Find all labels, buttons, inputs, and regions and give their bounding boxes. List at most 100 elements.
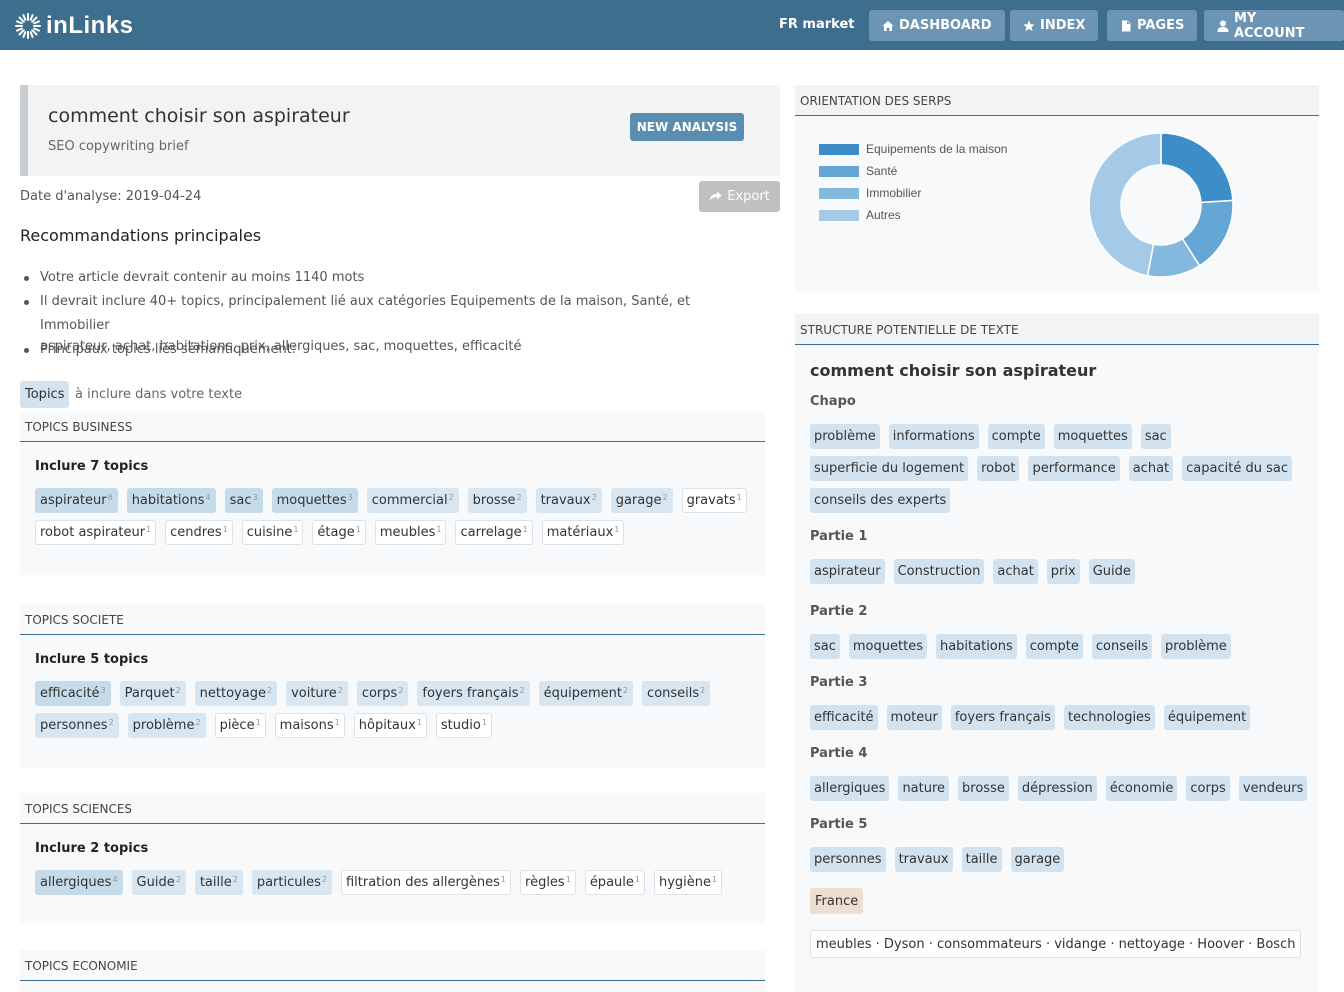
topic-tag[interactable]: robot aspirateur 1 (35, 520, 157, 545)
structure-tag[interactable]: robot (977, 456, 1020, 481)
structure-tag[interactable]: prix (1046, 559, 1080, 584)
topic-tag[interactable]: personnes 2 (35, 713, 119, 738)
topic-tag[interactable]: efficacité 3 (35, 681, 111, 706)
topic-tag[interactable]: équipement 2 (538, 681, 634, 706)
structure-tag[interactable]: capacité du sac (1182, 456, 1292, 481)
structure-tag[interactable]: informations (888, 424, 979, 449)
structure-tag[interactable]: économie (1105, 776, 1178, 801)
topic-tag[interactable]: Parquet 2 (119, 681, 186, 706)
topic-tag-label: problème (132, 718, 195, 733)
structure-tag[interactable]: corps (1186, 776, 1230, 801)
my-account-button[interactable]: MY ACCOUNT (1204, 10, 1344, 41)
structure-tag[interactable]: foyers français (950, 705, 1055, 730)
topic-tag[interactable]: épaule 1 (584, 870, 645, 895)
topic-tag[interactable]: étage 1 (312, 520, 366, 545)
topic-tag[interactable]: travaux 2 (535, 488, 602, 513)
topic-tag-label: gravats (686, 493, 736, 508)
structure-tag[interactable]: moquettes (848, 634, 927, 659)
topic-tag[interactable]: conseils 2 (642, 681, 711, 706)
topics-tab[interactable]: Topics (20, 381, 70, 408)
topic-tag[interactable]: filtration des allergènes 1 (340, 870, 512, 895)
topic-tag[interactable]: Guide 2 (131, 870, 186, 895)
topic-tag[interactable]: commercial 2 (366, 488, 459, 513)
topic-tag-label: pièce (219, 718, 255, 733)
topic-tag[interactable]: corps 2 (356, 681, 409, 706)
structure-tag[interactable]: taille (961, 847, 1002, 872)
structure-tag[interactable]: travaux (894, 847, 953, 872)
topic-tag[interactable]: cendres 1 (165, 520, 233, 545)
structure-tag[interactable]: garage (1010, 847, 1065, 872)
structure-tag[interactable]: brosse (958, 776, 1009, 801)
structure-tag[interactable]: Construction (893, 559, 985, 584)
page-title: comment choisir son aspirateur (48, 105, 350, 127)
topic-tag[interactable]: matériaux 1 (541, 520, 625, 545)
structure-tag[interactable]: sac (1140, 424, 1171, 449)
structure-tag[interactable]: efficacité (810, 705, 878, 730)
topic-tag[interactable]: règles 1 (520, 870, 576, 895)
tag-list: allergiques 4 Guide 2 taille 2 particules 2 filt… (35, 870, 750, 895)
structure-tag[interactable]: moquettes (1053, 424, 1132, 449)
topic-tag-count: 1 (736, 493, 742, 502)
structure-tag[interactable]: compte (1025, 634, 1083, 659)
structure-tag[interactable]: conseils (1091, 634, 1153, 659)
section-label: Partie 5 (810, 817, 868, 832)
topic-tag[interactable]: voiture 2 (286, 681, 348, 706)
topic-tag[interactable]: habitations 4 (126, 488, 216, 513)
topic-tag[interactable]: problème 2 (127, 713, 206, 738)
dashboard-button[interactable]: DASHBOARD (869, 10, 1005, 41)
new-analysis-button[interactable]: NEW ANALYSIS (630, 113, 744, 141)
topic-tag[interactable]: carrelage 1 (455, 520, 533, 545)
topic-tag[interactable]: aspirateur 8 (35, 488, 118, 513)
topic-tag[interactable]: pièce 1 (214, 713, 266, 738)
structure-tag[interactable]: dépression (1017, 776, 1097, 801)
topic-tag[interactable]: meubles 1 (374, 520, 447, 545)
topic-tag[interactable]: taille 2 (194, 870, 243, 895)
structure-tag[interactable]: performance (1028, 456, 1120, 481)
topic-tag[interactable]: foyers français 2 (417, 681, 530, 706)
topic-tag-label: sac (229, 493, 252, 508)
topic-tag[interactable]: maisons 1 (274, 713, 345, 738)
logo[interactable]: inLinks (14, 12, 134, 40)
topic-tag[interactable]: particules 2 (251, 870, 332, 895)
topic-tag[interactable]: hygiène 1 (653, 870, 723, 895)
structure-tag[interactable]: habitations (935, 634, 1017, 659)
serps-donut-chart (1088, 132, 1234, 278)
structure-tag[interactable]: problème (1161, 634, 1231, 659)
legend-label: Santé (866, 164, 898, 178)
location-tag[interactable]: France (810, 888, 864, 914)
structure-tag[interactable]: aspirateur (810, 559, 885, 584)
structure-tag[interactable]: achat (1128, 456, 1174, 481)
structure-tag[interactable]: nature (898, 776, 950, 801)
topic-tag[interactable]: brosse 2 (467, 488, 527, 513)
pages-button[interactable]: PAGES (1107, 10, 1198, 41)
topic-tag[interactable]: studio 1 (435, 713, 492, 738)
topic-tag[interactable]: allergiques 4 (35, 870, 123, 895)
market-selector[interactable]: FR market (779, 17, 854, 32)
structure-tag[interactable]: compte (987, 424, 1045, 449)
topic-tag[interactable]: sac 3 (224, 488, 263, 513)
analysis-date: Date d'analyse: 2019-04-24 (20, 189, 202, 204)
structure-tag[interactable]: superficie du logement (810, 456, 969, 481)
structure-tag[interactable]: allergiques (810, 776, 890, 801)
structure-tag[interactable]: achat (993, 559, 1038, 584)
topic-tag[interactable]: moquettes 3 (271, 488, 358, 513)
topic-tag[interactable]: garage 2 (610, 488, 673, 513)
structure-tag[interactable]: Guide (1088, 559, 1135, 584)
topic-tag-count: 4 (205, 493, 211, 502)
index-button[interactable]: INDEX (1010, 10, 1099, 41)
export-button[interactable]: Export (699, 181, 780, 212)
topic-tag[interactable]: hôpitaux 1 (353, 713, 427, 738)
topic-tag-count: 1 (500, 875, 507, 884)
structure-tag[interactable]: problème (810, 424, 880, 449)
structure-tag[interactable]: équipement (1163, 705, 1251, 730)
structure-tag[interactable]: technologies (1063, 705, 1155, 730)
structure-tag[interactable]: sac (810, 634, 840, 659)
structure-tag[interactable]: conseils des experts (810, 488, 951, 513)
topic-tag[interactable]: gravats 1 (681, 488, 747, 513)
topic-tag[interactable]: nettoyage 2 (194, 681, 278, 706)
structure-tag[interactable]: moteur (886, 705, 942, 730)
structure-tag[interactable]: vendeurs (1238, 776, 1308, 801)
section-tags: allergiques nature brosse dépression économi… (810, 776, 1310, 801)
structure-tag[interactable]: personnes (810, 847, 886, 872)
topic-tag[interactable]: cuisine 1 (241, 520, 304, 545)
